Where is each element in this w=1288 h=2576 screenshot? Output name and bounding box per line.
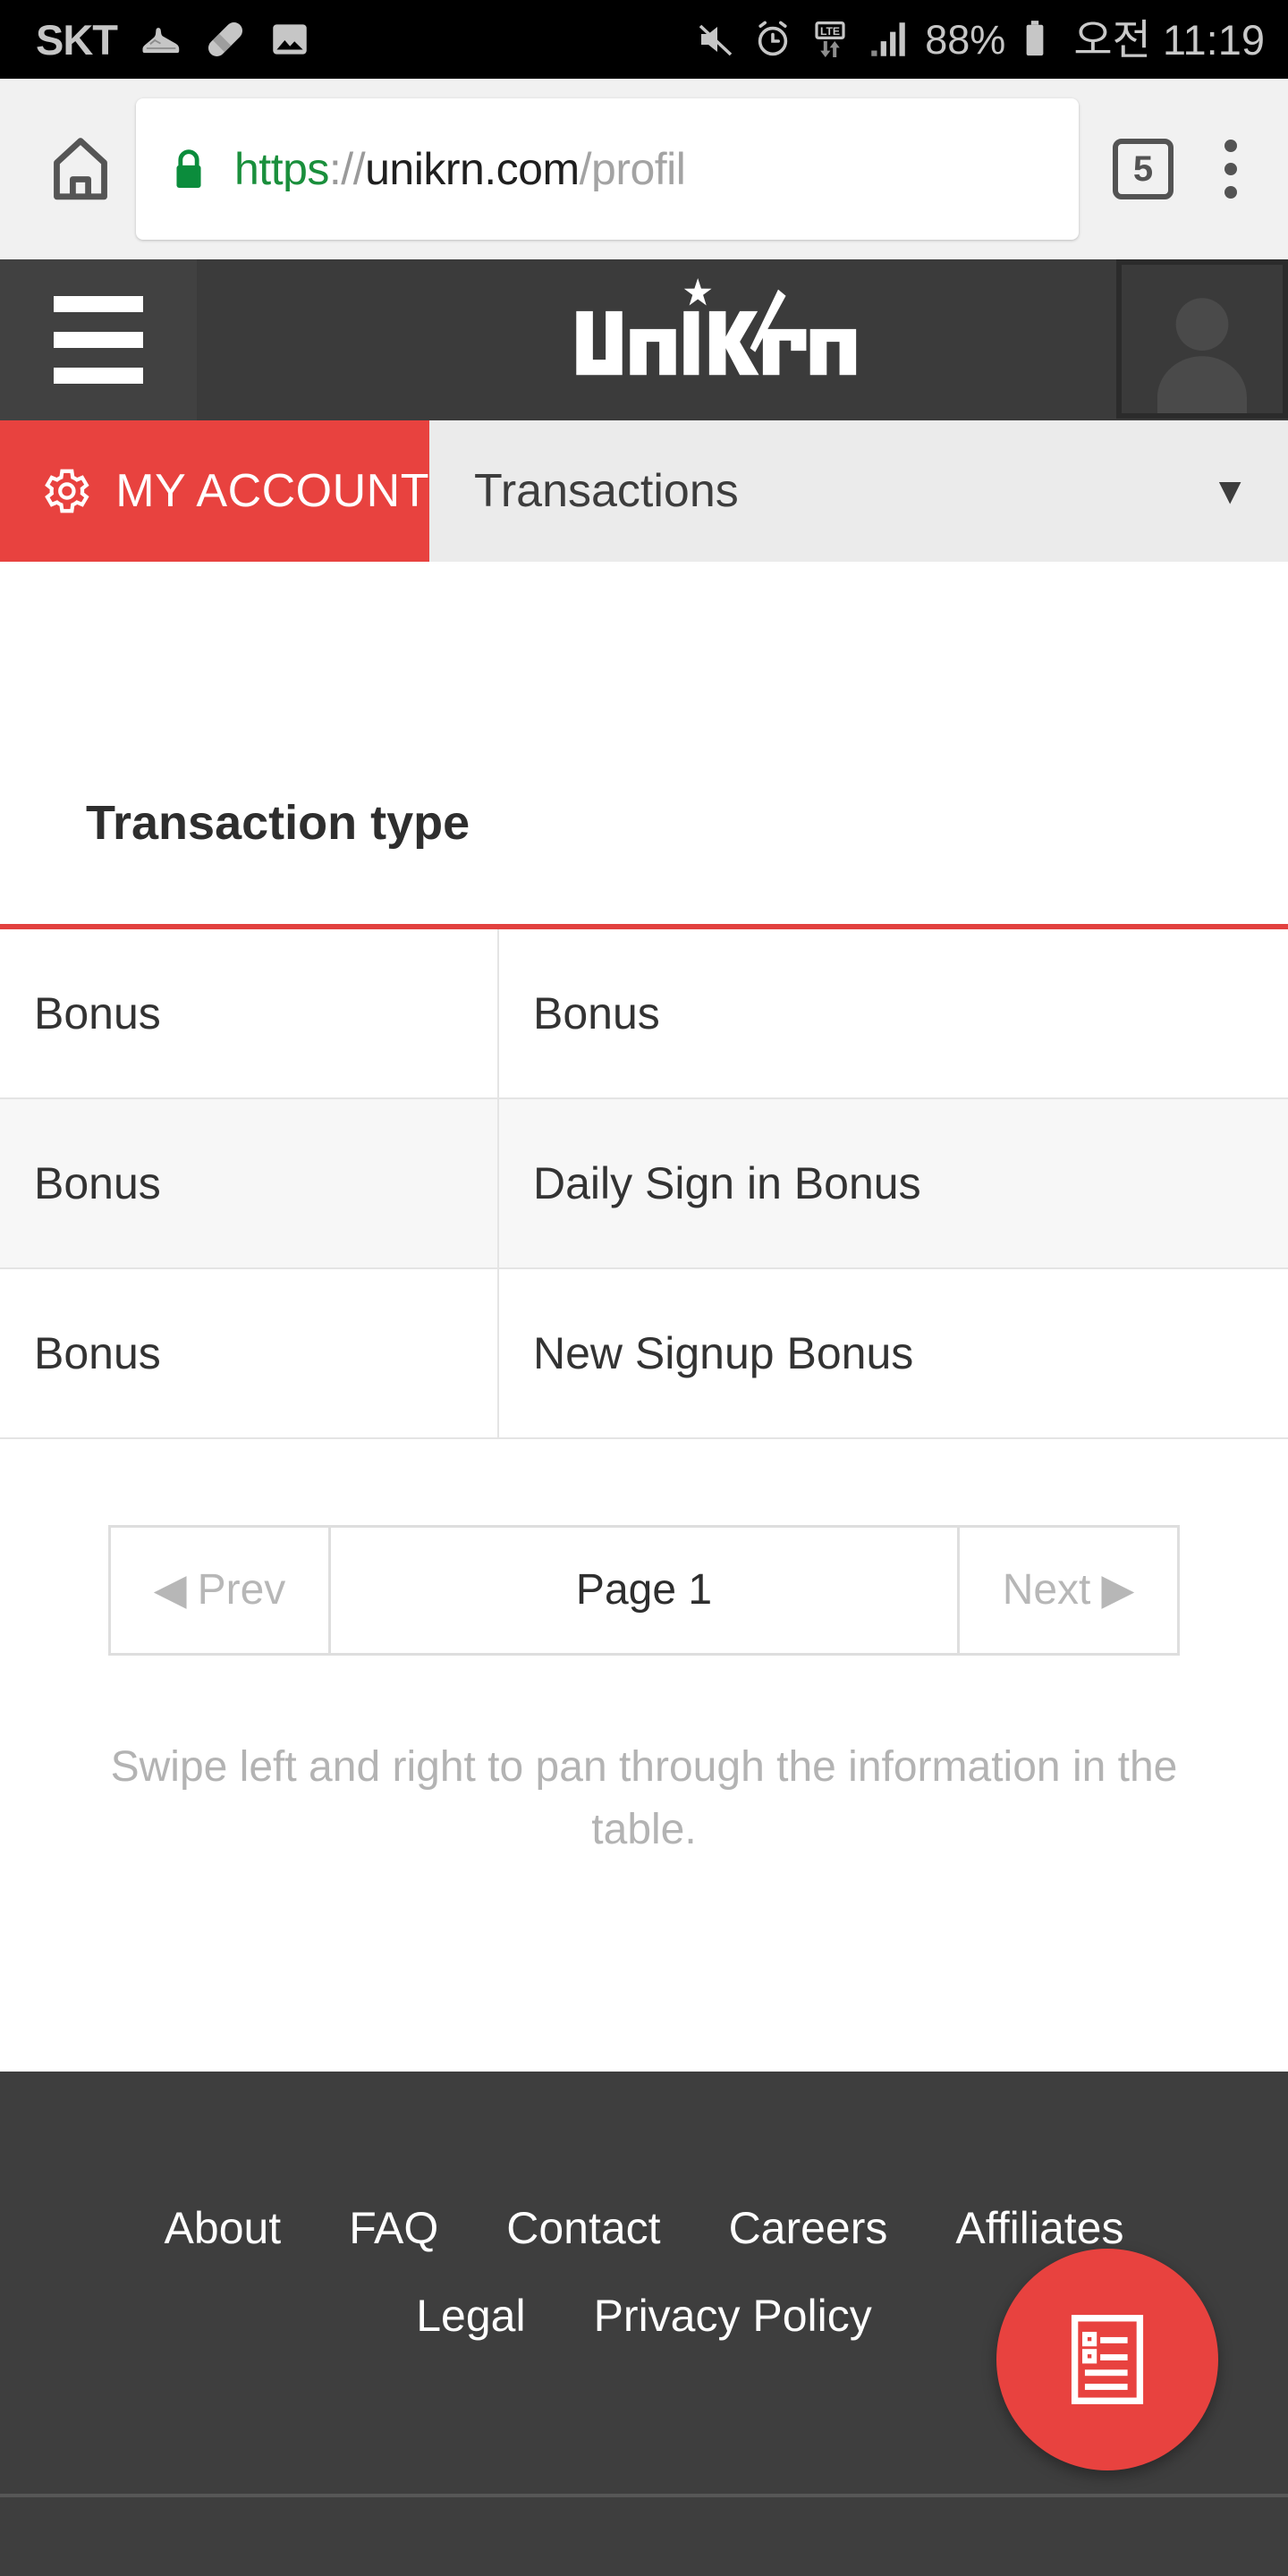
lte-data-icon: LTE	[815, 21, 845, 57]
my-account-button[interactable]: MY ACCOUNT	[0, 420, 429, 562]
alarm-clock-icon	[758, 21, 788, 56]
swipe-hint-text: Swipe left and right to pan through the …	[110, 1743, 1178, 1853]
site-header	[0, 259, 1288, 420]
status-bar-right: LTE 88% 오전 11:19	[694, 17, 1265, 62]
signal-bars-icon	[871, 22, 905, 56]
status-bar-left: SKT	[36, 16, 312, 63]
pagination: ◀ Prev Page 1 Next ▶	[0, 1525, 1288, 1656]
next-arrow-icon: ▶	[1101, 1566, 1135, 1614]
footer-link-privacy-policy[interactable]: Privacy Policy	[594, 2293, 872, 2338]
site-footer: About FAQ Contact Careers Affiliates Leg…	[0, 2072, 1288, 2576]
table-row[interactable]: Bonus New Signup Bonus	[0, 1269, 1288, 1439]
mute-icon	[699, 24, 733, 56]
carrier-label: SKT	[36, 15, 118, 64]
app-root: SKT LTE 88% 오전 11:19 https://unikrn.com/…	[0, 0, 1288, 2576]
footer-divider	[0, 2494, 1288, 2497]
main-content: Transaction type Bonus Bonus Bonus Daily…	[0, 562, 1288, 2072]
cell-transaction-type: Bonus	[0, 1099, 499, 1267]
footer-link-legal[interactable]: Legal	[416, 2293, 525, 2338]
footer-link-about[interactable]: About	[165, 2206, 282, 2250]
footer-link-faq[interactable]: FAQ	[349, 2206, 438, 2250]
android-status-bar: SKT LTE 88% 오전 11:19	[0, 0, 1288, 79]
home-button[interactable]	[30, 131, 131, 208]
table-row[interactable]: Bonus Bonus	[0, 929, 1288, 1099]
pill-icon	[208, 21, 243, 57]
battery-percent-label: 88%	[925, 16, 1006, 63]
tab-switcher-button[interactable]: 5	[1113, 139, 1174, 199]
page-title: Transaction type	[86, 796, 470, 850]
url-text: https://unikrn.com/profil	[234, 147, 685, 191]
cell-description: Daily Sign in Bonus	[533, 1158, 921, 1208]
section-dropdown[interactable]: Transactions ▼	[429, 420, 1288, 562]
prev-label: Prev	[197, 1566, 286, 1614]
url-separator: ://	[328, 147, 366, 191]
gallery-image-icon	[273, 24, 307, 55]
footer-link-careers[interactable]: Careers	[729, 2206, 888, 2250]
bet-slip-button[interactable]	[996, 2249, 1218, 2470]
unikrn-logo-icon	[576, 278, 857, 376]
prev-arrow-icon: ◀	[153, 1566, 187, 1614]
cell-transaction-type: Bonus	[0, 1269, 499, 1437]
browser-toolbar: https://unikrn.com/profil 5	[0, 79, 1288, 259]
footer-links-primary: About FAQ Contact Careers Affiliates	[0, 2206, 1288, 2250]
next-page-button[interactable]: Next ▶	[957, 1528, 1177, 1653]
account-nav-bar: MY ACCOUNT Transactions ▼	[0, 420, 1288, 562]
transactions-table: Bonus Bonus Bonus Daily Sign in Bonus Bo…	[0, 924, 1288, 1439]
lock-secure-icon	[163, 143, 215, 195]
footer-link-contact[interactable]: Contact	[506, 2206, 660, 2250]
battery-icon	[1026, 21, 1044, 56]
bet-slip-list-icon	[1071, 2315, 1144, 2404]
address-bar[interactable]: https://unikrn.com/profil	[136, 98, 1079, 240]
pagination-group: ◀ Prev Page 1 Next ▶	[108, 1525, 1180, 1656]
url-scheme: https	[234, 147, 329, 191]
table-row[interactable]: Bonus Daily Sign in Bonus	[0, 1099, 1288, 1269]
current-page-label: Page 1	[331, 1528, 957, 1653]
url-path: /profil	[579, 147, 686, 191]
cell-description: Bonus	[533, 988, 660, 1038]
hamburger-menu-icon[interactable]	[0, 259, 197, 420]
url-host: unikrn.com	[365, 147, 580, 191]
avatar[interactable]	[1116, 259, 1288, 419]
overflow-menu-icon[interactable]	[1204, 140, 1258, 199]
next-label: Next	[1002, 1566, 1091, 1614]
cell-transaction-type: Bonus	[0, 929, 499, 1097]
home-icon	[54, 138, 107, 200]
clock-label: 오전 11:19	[1073, 15, 1265, 64]
user-avatar-placeholder-icon	[1122, 265, 1283, 413]
sneaker-icon	[142, 28, 180, 54]
gear-icon	[45, 469, 89, 513]
section-dropdown-value: Transactions	[474, 465, 739, 517]
svg-text:LTE: LTE	[820, 25, 840, 38]
chevron-down-icon: ▼	[1211, 470, 1249, 512]
my-account-label: MY ACCOUNT	[115, 465, 429, 517]
footer-link-affiliates[interactable]: Affiliates	[955, 2206, 1123, 2250]
cell-description: New Signup Bonus	[533, 1328, 914, 1378]
prev-page-button[interactable]: ◀ Prev	[111, 1528, 331, 1653]
